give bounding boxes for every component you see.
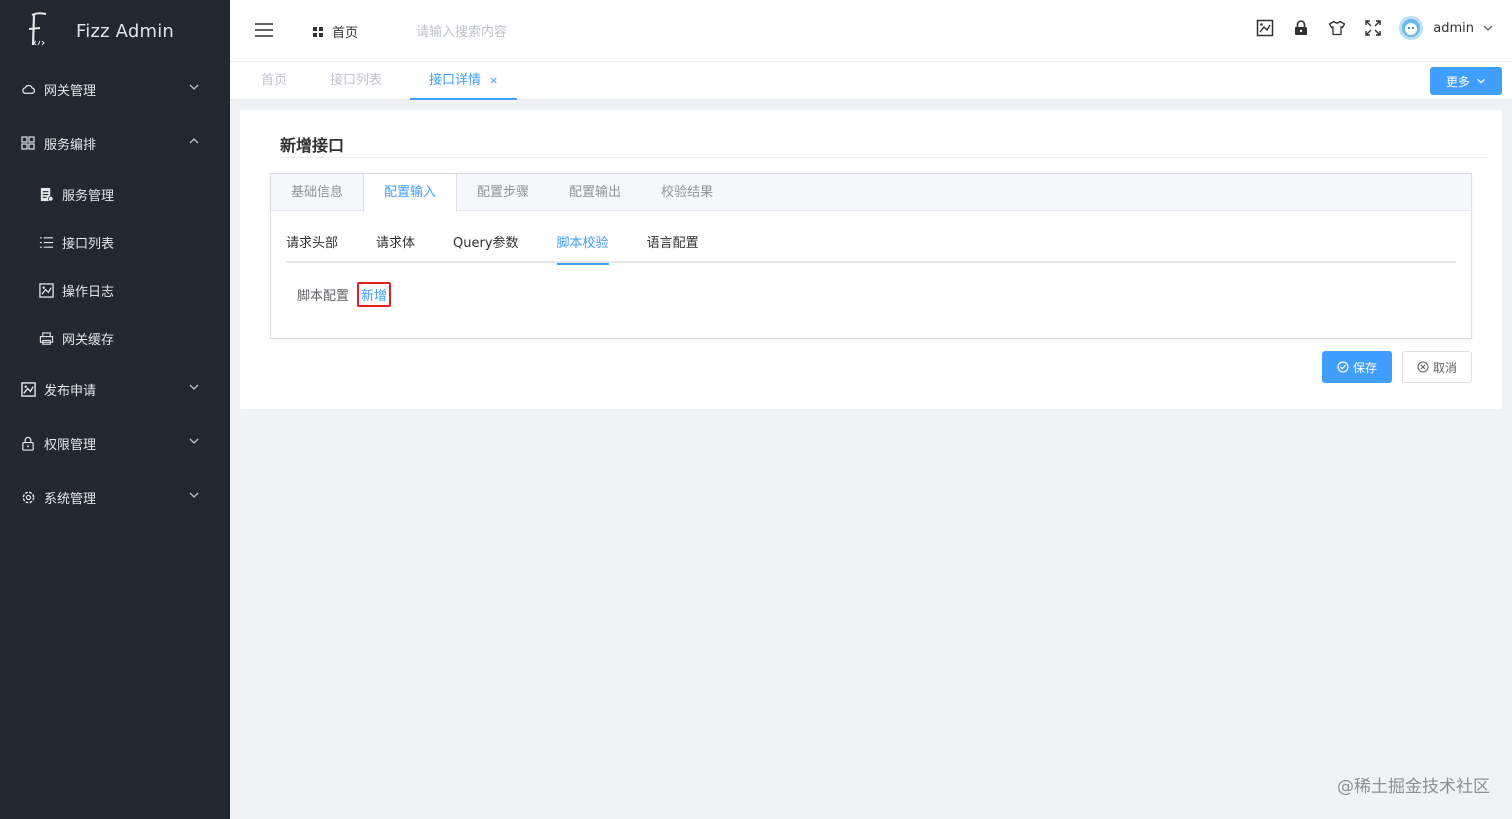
publish-icon [20, 381, 36, 397]
theme-shirt-icon[interactable] [1327, 18, 1347, 38]
home-label: 首页 [332, 26, 359, 41]
sidebar: Fizz Admin 网关管理 服务编排 服务管理 接口列表 操作日志 网关缓存… [0, 0, 230, 819]
subtab-script-validation[interactable]: 脚本校验 [556, 226, 609, 265]
tab-config-input[interactable]: 配置输入 [363, 174, 458, 212]
submenu-label: 接口列表 [62, 236, 115, 252]
tag-label: 接口详情 [429, 73, 482, 88]
search-input[interactable] [416, 18, 616, 46]
config-tabs: 基础信息 配置输入 配置步骤 配置输出 校验结果 [271, 174, 1471, 212]
main-card: 新增接口 基础信息 配置输入 配置步骤 配置输出 校验结果 请求头部 请求体 Q… [240, 110, 1502, 409]
chevron-down-icon [189, 492, 199, 498]
menu-publish[interactable]: 发布申请 [0, 362, 230, 416]
page-title: 新增接口 [280, 136, 345, 155]
subtab-language-config[interactable]: 语言配置 [647, 226, 699, 263]
menu-system[interactable]: 系统管理 [0, 470, 230, 524]
add-script-button[interactable]: 新增 [357, 282, 392, 307]
username[interactable]: admin [1433, 21, 1474, 36]
close-circle-icon [1417, 361, 1429, 373]
more-button[interactable]: 更多 [1430, 67, 1502, 95]
cancel-button[interactable]: 取消 [1402, 351, 1472, 383]
menu-permission[interactable]: 权限管理 [0, 416, 230, 470]
tag-home[interactable]: 首页 [261, 62, 287, 100]
tag-api-list[interactable]: 接口列表 [330, 62, 382, 100]
script-config-label: 脚本配置 [297, 289, 350, 304]
chevron-down-icon [189, 84, 199, 90]
cancel-label: 取消 [1432, 360, 1457, 375]
submenu-service-management[interactable]: 服务管理 [0, 170, 230, 218]
subtab-request-body[interactable]: 请求体 [376, 226, 415, 263]
save-label: 保存 [1352, 360, 1377, 375]
menu-label: 服务编排 [44, 137, 97, 153]
grid-icon [313, 26, 323, 37]
chevron-down-icon [1477, 78, 1485, 84]
app-title: Fizz Admin [76, 20, 175, 42]
chevron-up-icon [189, 138, 199, 144]
list-icon [38, 234, 54, 250]
tab-config-output[interactable]: 配置输出 [549, 174, 641, 211]
config-tabs-card: 基础信息 配置输入 配置步骤 配置输出 校验结果 请求头部 请求体 Query参… [270, 173, 1472, 339]
fullscreen-icon[interactable] [1363, 18, 1383, 38]
menu-label: 网关管理 [44, 83, 97, 99]
menu-label: 系统管理 [44, 491, 97, 507]
menu-label: 发布申请 [44, 383, 97, 399]
grid-icon [20, 135, 36, 151]
header-home-link[interactable]: 首页 [312, 22, 358, 41]
save-button[interactable]: 保存 [1322, 351, 1392, 383]
submenu-label: 网关缓存 [62, 332, 115, 348]
submenu-label: 服务管理 [62, 188, 115, 204]
menu-gateway[interactable]: 网关管理 [0, 62, 230, 116]
tag-api-detail[interactable]: 接口详情 × [410, 62, 518, 100]
lock-icon [20, 435, 36, 451]
more-label: 更多 [1445, 74, 1470, 89]
tab-config-steps[interactable]: 配置步骤 [457, 174, 549, 211]
submenu-operation-log[interactable]: 操作日志 [0, 266, 230, 314]
subtab-query-params[interactable]: Query参数 [453, 226, 519, 263]
check-circle-icon [1337, 361, 1349, 373]
header-toolbar: admin [1239, 16, 1494, 40]
close-icon[interactable]: × [489, 74, 498, 87]
hamburger-menu-icon[interactable] [254, 22, 274, 38]
avatar[interactable] [1399, 16, 1424, 40]
printer-icon [38, 330, 54, 346]
chevron-down-icon [189, 384, 199, 390]
visited-tags-bar: 首页 接口列表 接口详情 × 更多 [230, 62, 1512, 100]
submenu-gateway-cache[interactable]: 网关缓存 [0, 314, 230, 362]
divider [280, 157, 1488, 158]
tab-basic-info[interactable]: 基础信息 [271, 174, 363, 211]
lock-screen-icon[interactable] [1291, 18, 1311, 38]
chevron-down-icon[interactable] [1482, 22, 1494, 34]
menu-orchestration[interactable]: 服务编排 [0, 116, 230, 170]
watermark: @稀土掘金技术社区 [1337, 777, 1490, 797]
screenshot-icon[interactable] [1255, 18, 1275, 38]
top-header: 首页 admin [230, 0, 1512, 62]
menu-label: 权限管理 [44, 437, 97, 453]
subtab-request-headers[interactable]: 请求头部 [286, 226, 338, 263]
gear-icon [20, 489, 36, 505]
cloud-icon [20, 81, 36, 97]
fizz-logo-icon [28, 12, 47, 46]
script-config-row: 脚本配置 新增 [297, 282, 392, 307]
submenu-label: 操作日志 [62, 284, 115, 300]
document-list-icon [38, 186, 54, 202]
logo[interactable]: Fizz Admin [0, 0, 230, 62]
tab-validation-result[interactable]: 校验结果 [641, 174, 733, 211]
image-log-icon [38, 282, 54, 298]
chevron-down-icon [189, 438, 199, 444]
input-subtabs: 请求头部 请求体 Query参数 脚本校验 语言配置 [286, 226, 1456, 265]
submenu-api-list[interactable]: 接口列表 [0, 218, 230, 266]
